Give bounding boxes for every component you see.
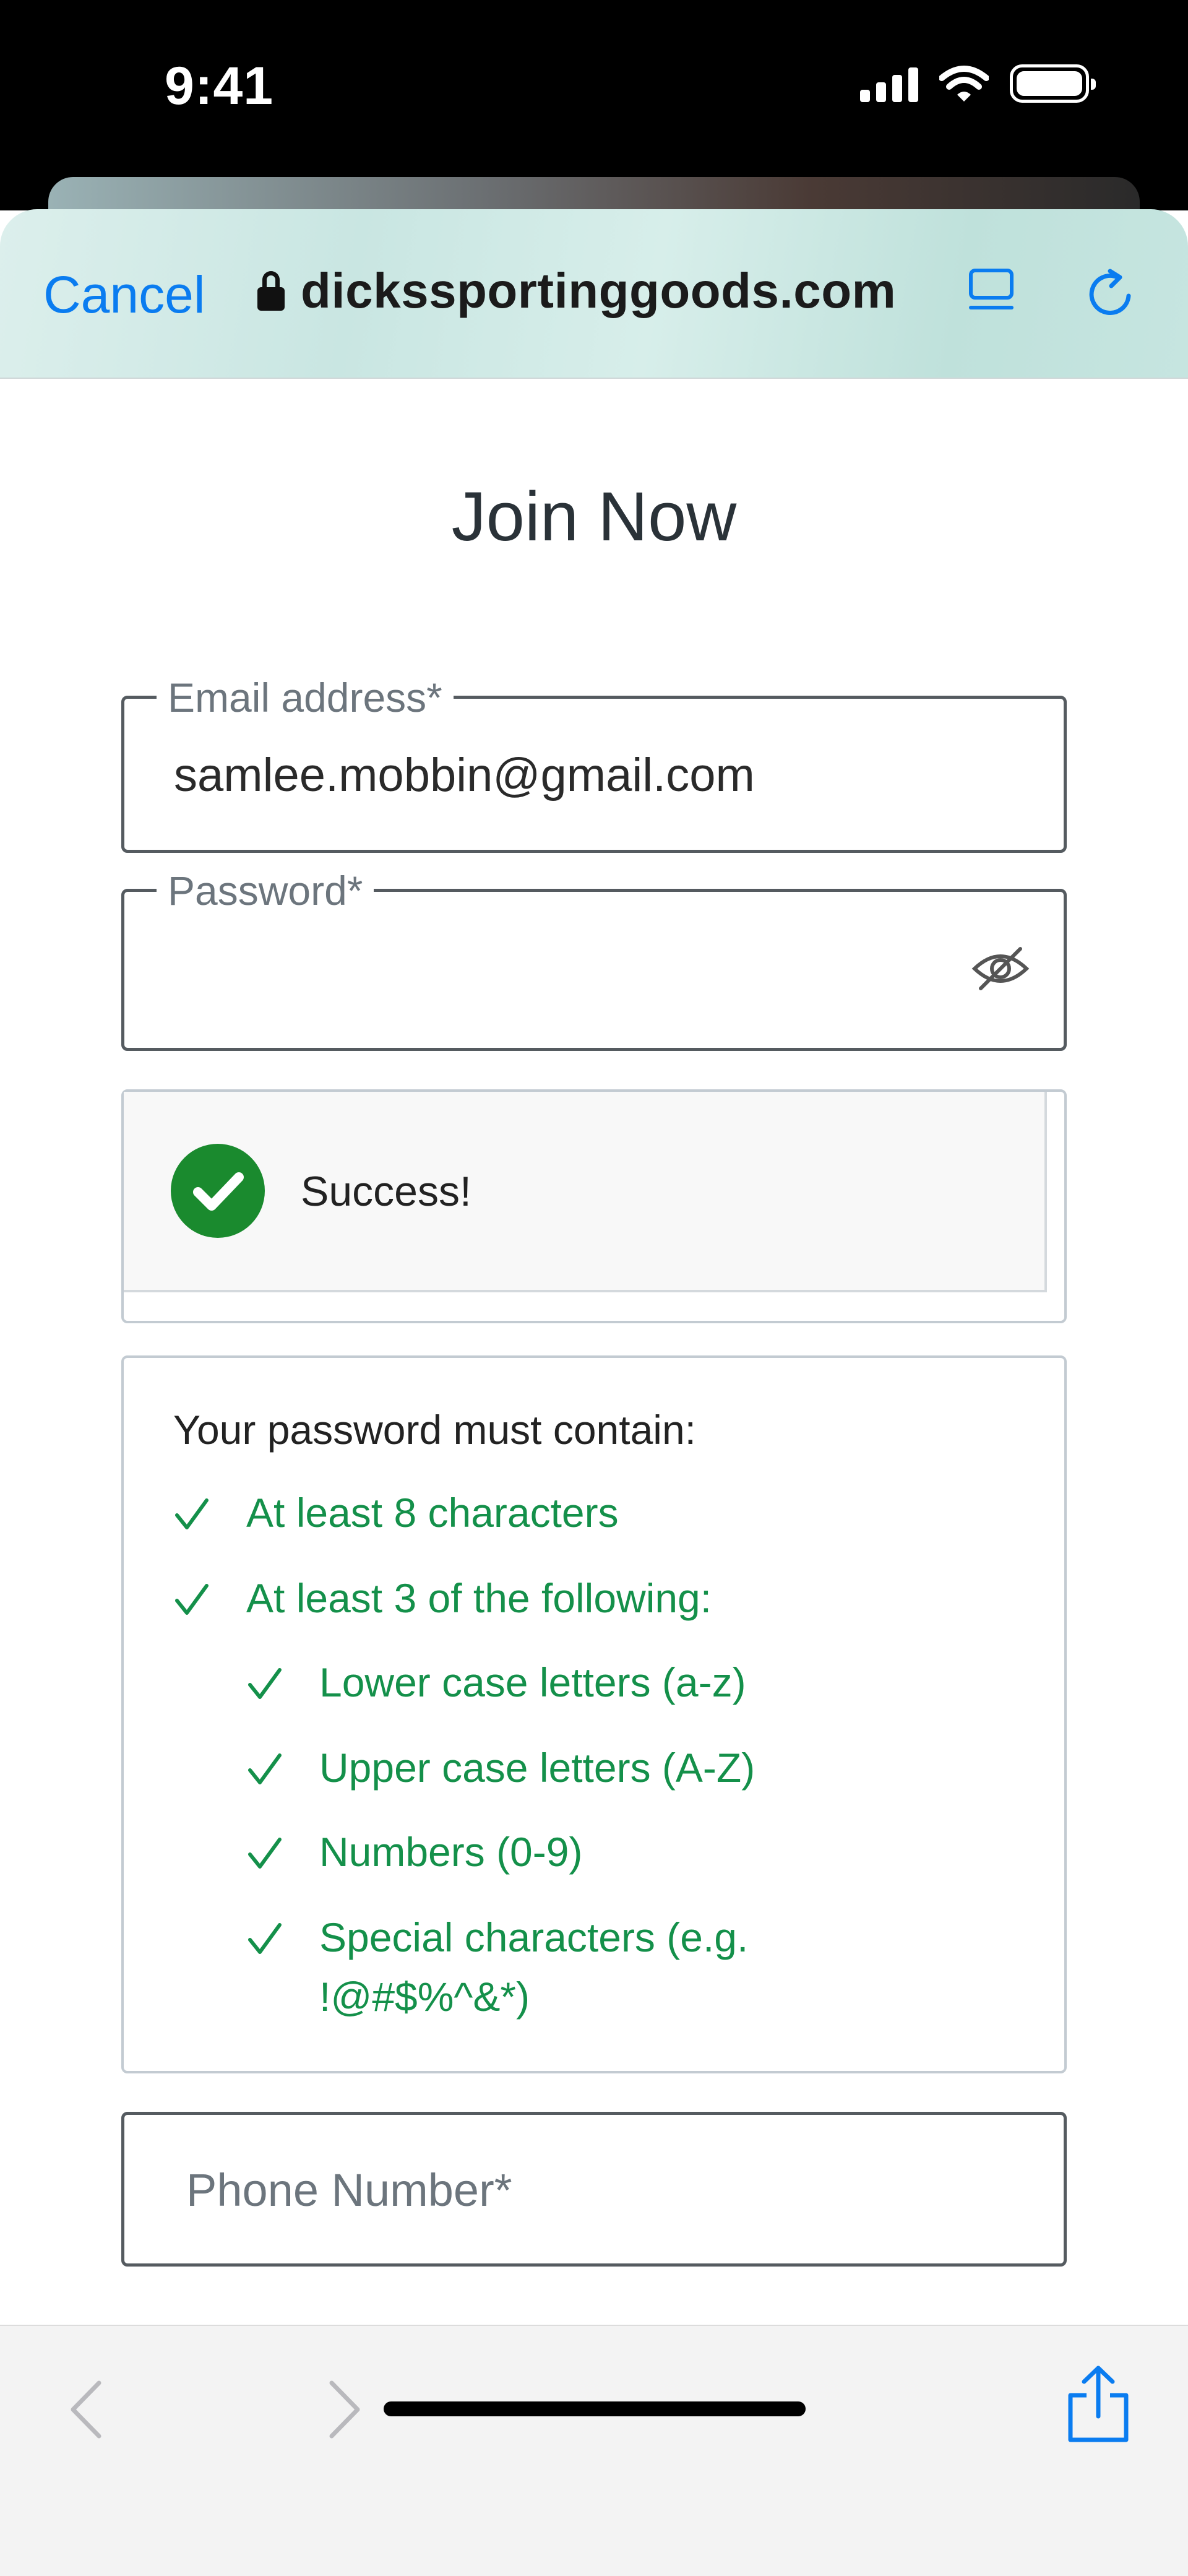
rule-lowercase: Lower case letters (a-z)	[246, 1653, 746, 1712]
rule-text: Special characters (e.g. !@#$%^&*)	[319, 1914, 749, 2020]
rule-text: At least 3 of the following:	[246, 1575, 712, 1621]
password-label: Password*	[157, 867, 374, 914]
browser-header: Cancel dickssportinggoods.com	[0, 209, 1188, 379]
cellular-signal-icon	[860, 65, 918, 102]
status-time: 9:41	[165, 56, 274, 116]
url-bar[interactable]: dickssportinggoods.com	[257, 262, 896, 319]
reader-icon[interactable]	[969, 269, 1016, 324]
url-text: dickssportinggoods.com	[301, 263, 897, 318]
phone-input[interactable]	[186, 2162, 991, 2218]
checkmark-icon	[246, 1738, 283, 1797]
rule-numbers: Numbers (0-9)	[246, 1822, 582, 1882]
lock-icon	[257, 271, 285, 311]
checkmark-icon	[173, 1483, 210, 1542]
phone-field[interactable]	[121, 2112, 1067, 2267]
forward-arrow-icon	[329, 2380, 360, 2439]
status-icons	[860, 64, 1096, 103]
checkmark-icon	[246, 1653, 283, 1712]
cancel-button[interactable]: Cancel	[43, 265, 205, 325]
rule-min-length: At least 8 characters	[173, 1483, 619, 1542]
forward-button[interactable]	[316, 2375, 371, 2444]
email-value: samlee.mobbin@gmail.com	[174, 749, 755, 802]
eye-slash-icon[interactable]	[971, 944, 1030, 993]
rule-text: Upper case letters (A-Z)	[319, 1745, 755, 1791]
success-alert: Success!	[121, 1089, 1067, 1323]
share-button[interactable]	[1065, 2363, 1131, 2444]
back-arrow-icon	[71, 2380, 101, 2439]
checkmark-icon	[173, 1568, 210, 1628]
password-requirements: Your password must contain: At least 8 c…	[121, 1355, 1067, 2073]
success-panel: Success!	[124, 1092, 1047, 1292]
back-button[interactable]	[59, 2375, 115, 2444]
email-label: Email address*	[157, 674, 454, 721]
battery-icon	[1010, 64, 1096, 103]
page-title: Join Now	[451, 478, 737, 555]
home-indicator[interactable]	[384, 2401, 806, 2416]
reload-icon[interactable]	[1085, 269, 1137, 321]
success-message: Success!	[301, 1168, 471, 1215]
check-circle-icon	[171, 1144, 265, 1238]
rule-text: Numbers (0-9)	[319, 1829, 583, 1875]
bottom-toolbar	[0, 2325, 1188, 2576]
share-icon	[1068, 2366, 1129, 2442]
rule-text: Lower case letters (a-z)	[319, 1659, 746, 1705]
checkmark-icon	[246, 1908, 283, 1967]
email-field[interactable]: Email address* samlee.mobbin@gmail.com	[121, 674, 1067, 853]
checkmark-icon	[246, 1822, 283, 1882]
rule-text: At least 8 characters	[246, 1490, 619, 1536]
rule-uppercase: Upper case letters (A-Z)	[246, 1738, 755, 1797]
wifi-icon	[939, 66, 989, 102]
rule-three-of: At least 3 of the following:	[173, 1568, 712, 1628]
rule-special: Special characters (e.g. !@#$%^&*)	[246, 1908, 851, 2026]
requirements-title: Your password must contain:	[173, 1407, 697, 1453]
password-field[interactable]: Password*	[121, 867, 1067, 1051]
